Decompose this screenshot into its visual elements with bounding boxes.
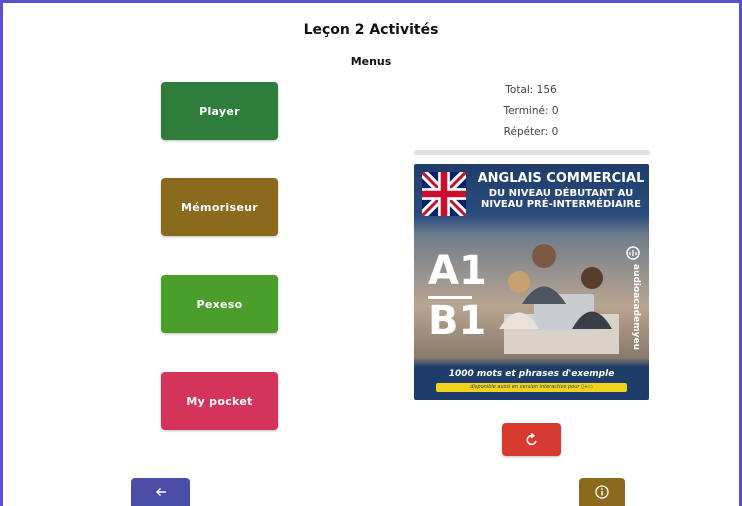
reset-icon [526, 432, 537, 445]
cover-availability-note: disponible aussi en version interactive … [436, 383, 627, 392]
people-illustration [499, 244, 619, 354]
repeat-count: Répéter: 0 [503, 126, 559, 138]
my-pocket-button[interactable]: My pocket [161, 372, 278, 430]
cover-title: ANGLAIS COMMERCIAL [477, 171, 645, 186]
back-button[interactable] [131, 478, 190, 506]
window-frame-left [0, 0, 3, 506]
course-cover-image: ANGLAIS COMMERCIAL DU NIVEAU DÉBUTANT AU… [414, 164, 649, 400]
arrow-left-icon [155, 487, 166, 497]
pexeso-button[interactable]: Pexeso [161, 275, 278, 333]
cover-subtitle-line2: NIVEAU PRÉ-INTERMÉDIAIRE [481, 199, 641, 210]
level-end: B1 [428, 298, 487, 344]
info-button[interactable] [579, 478, 625, 506]
window-frame-top [0, 0, 742, 3]
player-button[interactable]: Player [161, 82, 278, 140]
memoriseur-button[interactable]: Mémoriseur [161, 178, 278, 236]
device-icons: ▯+▭ [581, 384, 593, 390]
reset-button[interactable] [502, 423, 561, 456]
page-title: Leçon 2 Activités [303, 22, 439, 38]
done-count: Terminé: 0 [503, 105, 559, 117]
menus-heading: Menus [350, 55, 392, 68]
total-count: Total: 156 [505, 84, 557, 96]
uk-flag-icon [422, 172, 466, 216]
cover-availability-text: disponible aussi en version interactive … [470, 384, 580, 390]
level-start: A1 [428, 248, 487, 294]
brand-name: audioacademyeu [631, 264, 641, 350]
info-icon [595, 485, 609, 499]
cover-subtitle-line1: DU NIVEAU DÉBUTANT AU [488, 188, 634, 199]
cover-tagline: 1000 mots et phrases d'exemple [448, 369, 615, 379]
progress-bar [414, 150, 650, 155]
brand-logo-icon [626, 246, 640, 260]
